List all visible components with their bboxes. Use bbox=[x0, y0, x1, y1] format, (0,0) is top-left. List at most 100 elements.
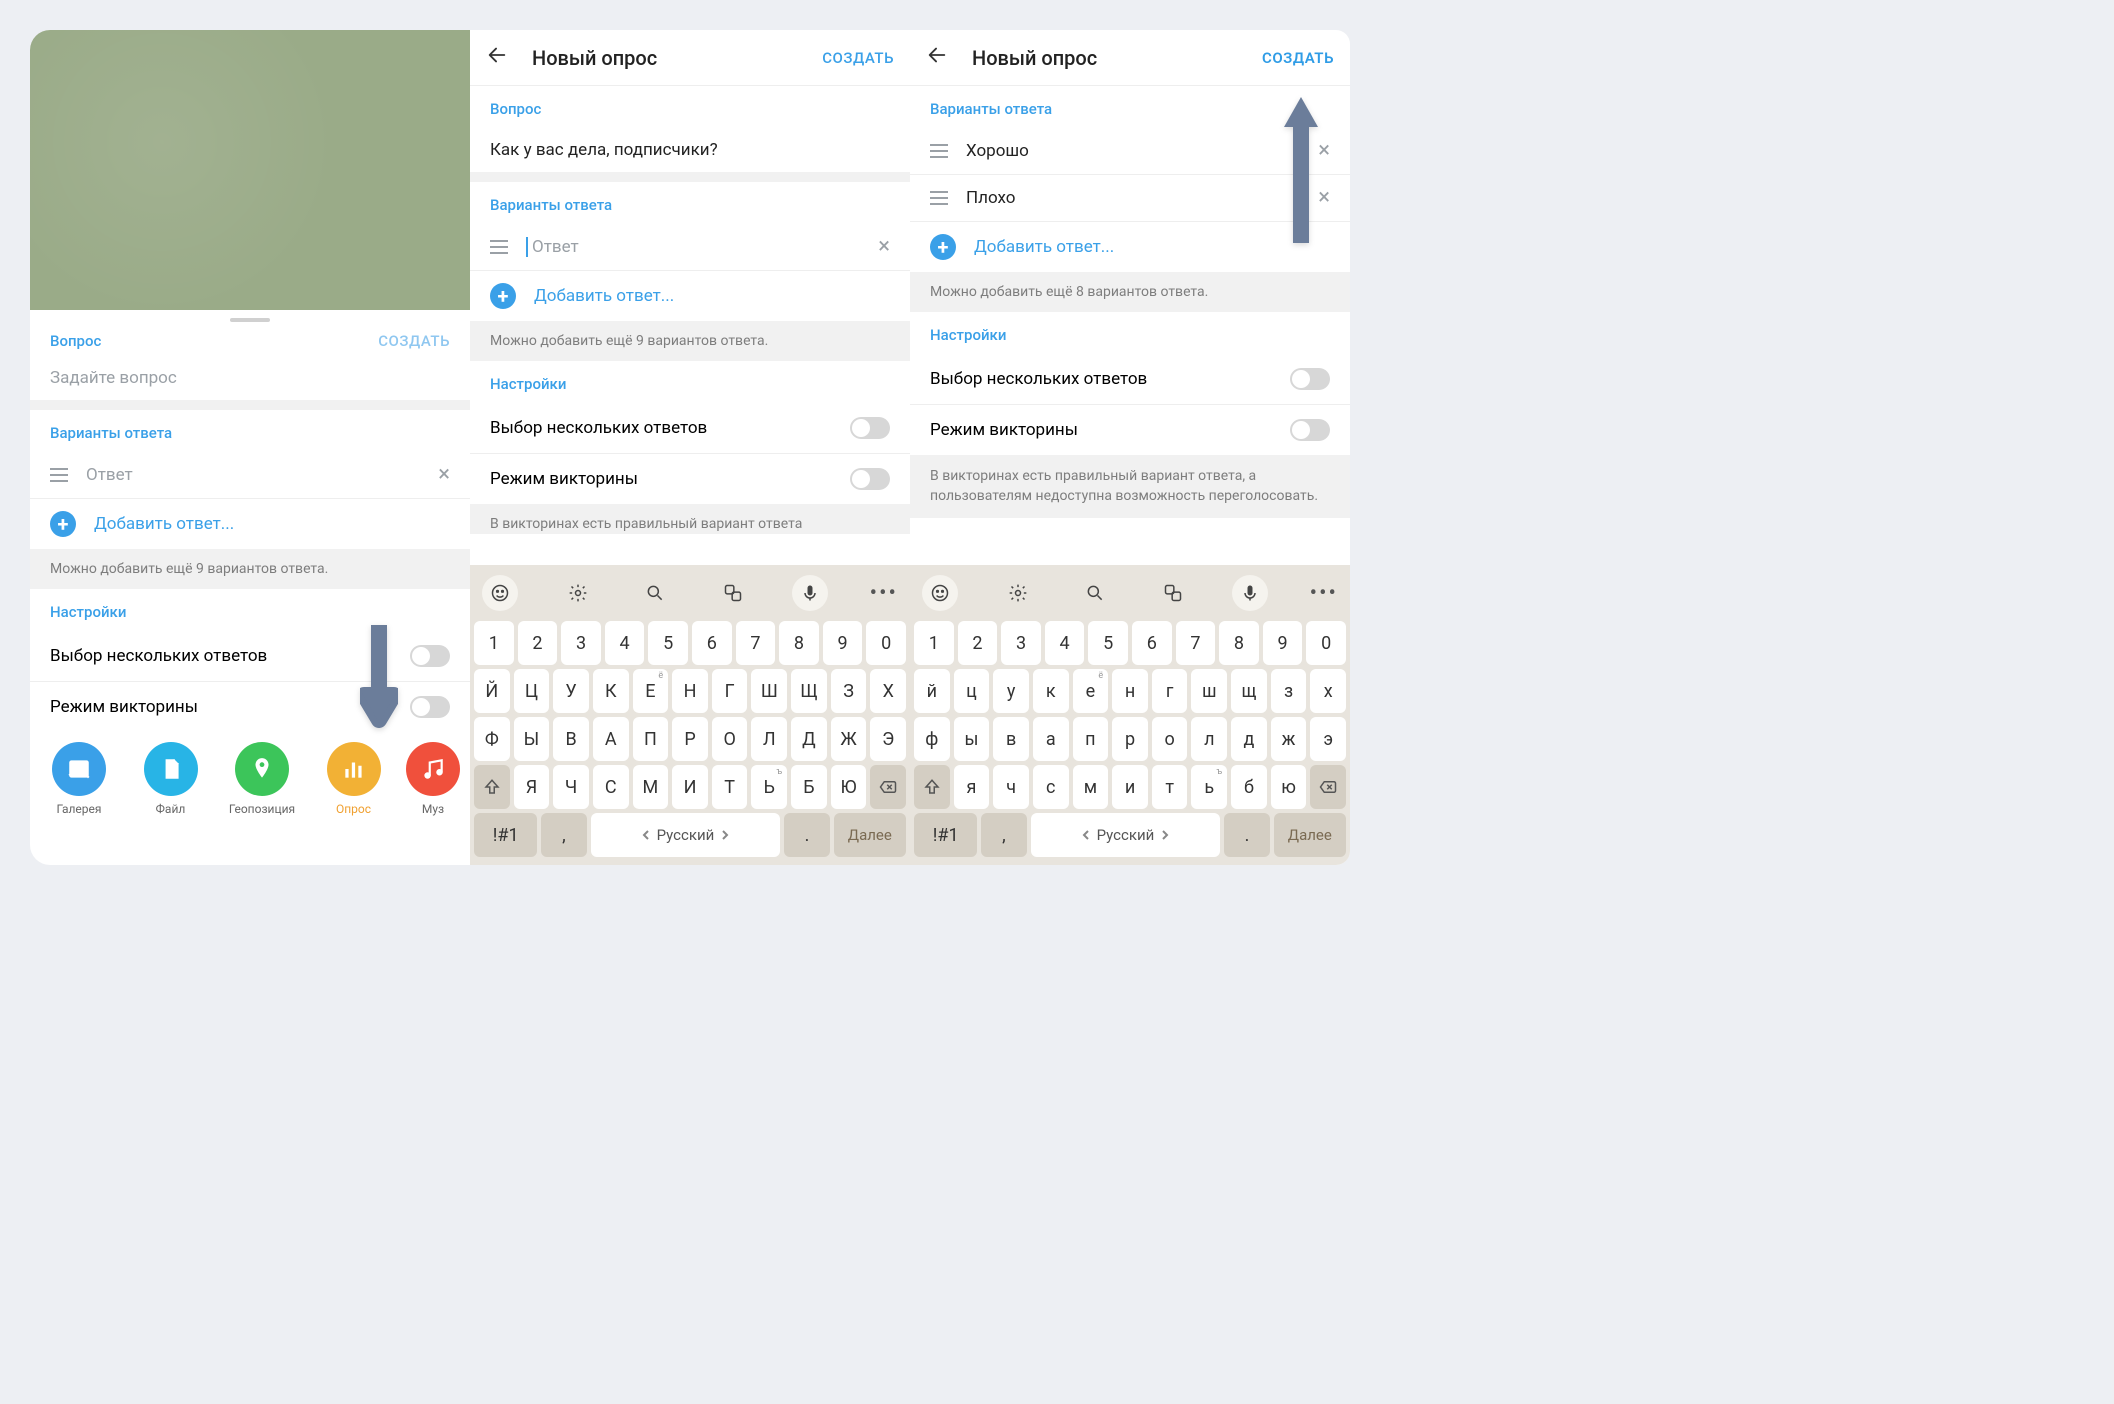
key-letter[interactable]: К bbox=[593, 669, 629, 713]
key-letter[interactable]: э bbox=[1310, 717, 1346, 761]
key-letter[interactable]: Д bbox=[791, 717, 827, 761]
key-letter[interactable]: Ю bbox=[831, 765, 867, 809]
emoji-icon[interactable] bbox=[482, 575, 518, 611]
more-icon[interactable]: ••• bbox=[870, 581, 898, 606]
drag-handle-icon[interactable] bbox=[50, 468, 68, 482]
shift-key[interactable] bbox=[474, 765, 510, 809]
key-letter[interactable]: З bbox=[831, 669, 867, 713]
key-letter[interactable]: ф bbox=[914, 717, 950, 761]
key-letter[interactable]: Л bbox=[751, 717, 787, 761]
multi-select-toggle-row[interactable]: Выбор нескольких ответов bbox=[30, 631, 470, 681]
toggle-switch[interactable] bbox=[850, 417, 890, 439]
key-letter[interactable]: п bbox=[1073, 717, 1109, 761]
key-letter[interactable]: её bbox=[1073, 669, 1109, 713]
attachment-poll[interactable]: Опрос bbox=[315, 742, 393, 816]
key-letter[interactable]: с bbox=[1033, 765, 1069, 809]
mic-icon[interactable] bbox=[1232, 575, 1268, 611]
key-letter[interactable]: Т bbox=[712, 765, 748, 809]
answer-input[interactable] bbox=[86, 465, 438, 485]
remove-answer-icon[interactable]: × bbox=[878, 236, 890, 258]
answer-input[interactable] bbox=[532, 237, 878, 257]
remove-answer-icon[interactable]: × bbox=[1318, 187, 1330, 209]
attachment-music[interactable]: Муз bbox=[406, 742, 460, 816]
key-1[interactable]: 1 bbox=[474, 621, 514, 665]
key-letter[interactable]: н bbox=[1112, 669, 1148, 713]
key-letter[interactable]: ш bbox=[1191, 669, 1227, 713]
toggle-switch[interactable] bbox=[410, 645, 450, 667]
add-answer-button[interactable]: + Добавить ответ... bbox=[30, 499, 470, 549]
key-letter[interactable]: Ж bbox=[831, 717, 867, 761]
key-letter[interactable]: Ш bbox=[751, 669, 787, 713]
toggle-switch[interactable] bbox=[410, 696, 450, 718]
key-letter[interactable]: а bbox=[1033, 717, 1069, 761]
key-letter[interactable]: м bbox=[1073, 765, 1109, 809]
key-5[interactable]: 5 bbox=[648, 621, 688, 665]
spacebar[interactable]: Русский bbox=[1031, 813, 1221, 857]
key-5[interactable]: 5 bbox=[1088, 621, 1128, 665]
back-arrow-icon[interactable] bbox=[486, 44, 508, 71]
key-letter[interactable]: О bbox=[712, 717, 748, 761]
key-8[interactable]: 8 bbox=[1219, 621, 1259, 665]
key-letter[interactable]: р bbox=[1112, 717, 1148, 761]
key-letter[interactable]: Р bbox=[672, 717, 708, 761]
key-3[interactable]: 3 bbox=[1001, 621, 1041, 665]
emoji-icon[interactable] bbox=[922, 575, 958, 611]
key-letter[interactable]: Х bbox=[870, 669, 906, 713]
answer-option-row[interactable]: × bbox=[470, 224, 910, 270]
key-letter[interactable]: г bbox=[1152, 669, 1188, 713]
multi-select-toggle-row[interactable]: Выбор нескольких ответов bbox=[470, 403, 910, 453]
key-0[interactable]: 0 bbox=[1306, 621, 1346, 665]
key-letter[interactable]: щ bbox=[1231, 669, 1267, 713]
key-letter[interactable]: А bbox=[593, 717, 629, 761]
key-letter[interactable]: я bbox=[954, 765, 990, 809]
key-letter[interactable]: х bbox=[1310, 669, 1346, 713]
key-letter[interactable]: ы bbox=[954, 717, 990, 761]
toggle-switch[interactable] bbox=[1290, 368, 1330, 390]
next-key[interactable]: Далее bbox=[834, 813, 906, 857]
key-8[interactable]: 8 bbox=[779, 621, 819, 665]
question-input-row[interactable] bbox=[30, 356, 470, 400]
key-letter[interactable]: л bbox=[1191, 717, 1227, 761]
quiz-mode-toggle-row[interactable]: Режим викторины bbox=[30, 682, 470, 732]
question-value[interactable]: Как у вас дела, подписчики? bbox=[470, 128, 910, 172]
add-answer-button[interactable]: + Добавить ответ... bbox=[470, 271, 910, 321]
translate-icon[interactable] bbox=[1155, 575, 1191, 611]
key-1[interactable]: 1 bbox=[914, 621, 954, 665]
search-icon[interactable] bbox=[1077, 575, 1113, 611]
key-6[interactable]: 6 bbox=[692, 621, 732, 665]
key-letter[interactable]: Ч bbox=[553, 765, 589, 809]
backspace-key[interactable] bbox=[870, 765, 906, 809]
create-button[interactable]: СОЗДАТЬ bbox=[1262, 49, 1334, 67]
key-letter[interactable]: ц bbox=[954, 669, 990, 713]
attachment-image[interactable]: Галерея bbox=[40, 742, 118, 816]
settings-icon[interactable] bbox=[1000, 575, 1036, 611]
backspace-key[interactable] bbox=[1310, 765, 1346, 809]
mic-icon[interactable] bbox=[792, 575, 828, 611]
key-9[interactable]: 9 bbox=[1263, 621, 1303, 665]
comma-key[interactable]: , bbox=[541, 813, 586, 857]
key-letter[interactable]: ч bbox=[993, 765, 1029, 809]
comma-key[interactable]: , bbox=[981, 813, 1026, 857]
key-letter[interactable]: ьъ bbox=[1191, 765, 1227, 809]
key-letter[interactable]: к bbox=[1033, 669, 1069, 713]
key-4[interactable]: 4 bbox=[605, 621, 645, 665]
key-letter[interactable]: т bbox=[1152, 765, 1188, 809]
toggle-switch[interactable] bbox=[1290, 419, 1330, 441]
key-7[interactable]: 7 bbox=[736, 621, 776, 665]
key-letter[interactable]: В bbox=[553, 717, 589, 761]
key-letter[interactable]: И bbox=[672, 765, 708, 809]
key-letter[interactable]: и bbox=[1112, 765, 1148, 809]
key-letter[interactable]: Э bbox=[870, 717, 906, 761]
key-letter[interactable]: Я bbox=[514, 765, 550, 809]
drag-handle-icon[interactable] bbox=[930, 191, 948, 205]
drag-handle-icon[interactable] bbox=[490, 240, 508, 254]
drag-handle-icon[interactable] bbox=[930, 144, 948, 158]
key-letter[interactable]: в bbox=[993, 717, 1029, 761]
attachment-pin[interactable]: Геопозиция bbox=[223, 742, 301, 816]
key-3[interactable]: 3 bbox=[561, 621, 601, 665]
key-letter[interactable]: У bbox=[553, 669, 589, 713]
translate-icon[interactable] bbox=[715, 575, 751, 611]
key-letter[interactable]: Б bbox=[791, 765, 827, 809]
key-letter[interactable]: з bbox=[1271, 669, 1307, 713]
key-9[interactable]: 9 bbox=[823, 621, 863, 665]
